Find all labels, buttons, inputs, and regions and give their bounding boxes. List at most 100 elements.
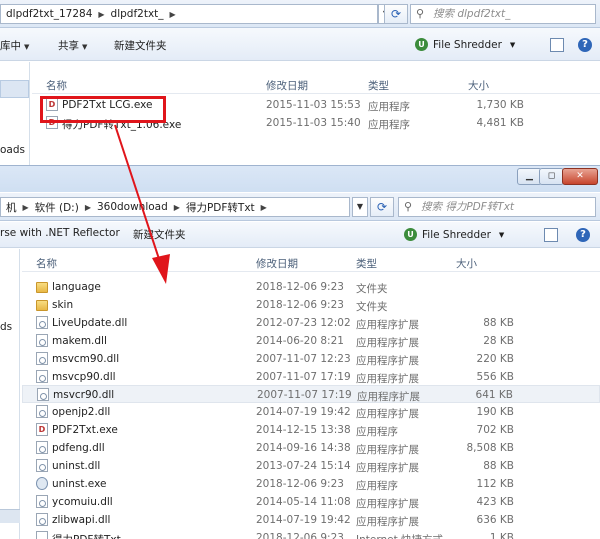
help-icon[interactable]: ? xyxy=(578,38,592,52)
breadcrumb-item[interactable]: 机 xyxy=(3,200,20,215)
new-folder-button[interactable]: 新建文件夹 xyxy=(114,38,167,53)
file-shredder-menu[interactable]: U File Shredder ▼ xyxy=(415,38,515,51)
file-size: 190 KB xyxy=(476,406,514,419)
search-input[interactable]: ⚲ 搜索 dlpdf2txt_ xyxy=(410,4,596,24)
file-size: 88 KB xyxy=(483,460,514,472)
address-history-dropdown-icon[interactable]: ▼ xyxy=(352,197,368,217)
file-row[interactable]: D PDF2Txt.exe 2014-12-15 13:38 应用程序 702 KB xyxy=(22,421,600,439)
search-icon: ⚲ xyxy=(404,200,413,213)
chevron-down-icon: ▼ xyxy=(24,43,30,51)
file-size: 1 KB xyxy=(489,531,514,539)
file-row[interactable]: uninst.dll 2013-07-24 15:14 应用程序扩展 88 KB xyxy=(22,457,600,475)
include-in-library-label: 库中 xyxy=(0,40,21,52)
file-shredder-icon: U xyxy=(404,228,417,241)
nav-item-label[interactable]: oads xyxy=(0,144,25,156)
file-date: 2014-09-16 14:38 xyxy=(256,442,351,455)
breadcrumb-item[interactable]: 得力PDF转Txt xyxy=(183,200,258,215)
maximize-icon[interactable]: ◻ xyxy=(539,168,564,185)
nav-item-label[interactable]: ds xyxy=(0,321,12,333)
breadcrumb-separator-icon[interactable]: ▶ xyxy=(167,10,179,19)
file-row[interactable]: skin 2018-12-06 9:23 文件夹 xyxy=(22,296,600,314)
view-pane-icon[interactable] xyxy=(550,38,564,52)
column-header-row: 名称 修改日期 类型 大小 xyxy=(22,252,600,272)
breadcrumb-item[interactable]: 软件 (D:) xyxy=(32,200,82,215)
breadcrumb[interactable]: 机 ▶ 软件 (D:) ▶ 360download ▶ 得力PDF转Txt ▶ xyxy=(0,197,350,217)
file-size: 4,481 KB xyxy=(476,117,525,129)
breadcrumb-separator-icon[interactable]: ▶ xyxy=(20,203,32,212)
uninstaller-icon xyxy=(36,476,48,490)
column-header-type[interactable]: 类型 xyxy=(356,256,377,271)
file-shredder-label: File Shredder xyxy=(433,38,502,51)
file-row[interactable]: ycomuiu.dll 2014-05-14 11:08 应用程序扩展 423 KB xyxy=(22,493,600,511)
search-icon: ⚲ xyxy=(416,7,425,20)
help-icon[interactable]: ? xyxy=(576,228,590,242)
breadcrumb-separator-icon[interactable]: ▶ xyxy=(82,203,94,212)
breadcrumb[interactable]: dlpdf2txt_17284 ▶ dlpdf2txt_ ▶ xyxy=(0,4,378,24)
file-type: 应用程序 xyxy=(356,426,398,439)
navigation-pane: ds xyxy=(0,249,20,539)
include-in-library-menu[interactable]: 库中 ▼ xyxy=(0,38,29,53)
file-type: Internet 快捷方式 xyxy=(356,532,443,539)
breadcrumb-separator-icon[interactable]: ▶ xyxy=(258,203,270,212)
search-placeholder: 搜索 dlpdf2txt_ xyxy=(433,8,511,20)
column-header-date[interactable]: 修改日期 xyxy=(256,256,298,271)
file-type: 应用程序扩展 xyxy=(357,391,420,404)
command-bar: 库中 ▼ 共享 ▼ 新建文件夹 U File Shredder ▼ ? xyxy=(0,28,600,61)
file-row[interactable]: makem.dll 2014-06-20 8:21 应用程序扩展 28 KB xyxy=(22,332,600,350)
share-menu[interactable]: 共享 ▼ xyxy=(58,38,87,53)
file-date: 2018-12-06 9:23 xyxy=(256,531,344,539)
chevron-down-icon: ▼ xyxy=(498,230,505,239)
file-date: 2007-11-07 17:19 xyxy=(257,389,352,402)
file-type: 应用程序扩展 xyxy=(356,444,419,457)
file-row[interactable]: openjp2.dll 2014-07-19 19:42 应用程序扩展 190 KB xyxy=(22,403,600,421)
breadcrumb-separator-icon[interactable]: ▶ xyxy=(95,10,107,19)
file-shredder-icon: U xyxy=(415,38,428,51)
file-row[interactable]: language 2018-12-06 9:23 文件夹 xyxy=(22,278,600,296)
file-row[interactable]: uninst.exe 2018-12-06 9:23 应用程序 112 KB xyxy=(22,475,600,493)
file-size: 556 KB xyxy=(476,370,514,383)
column-header-row: 名称 修改日期 类型 大小 xyxy=(32,74,600,94)
dll-icon xyxy=(36,494,48,508)
breadcrumb-item[interactable]: dlpdf2txt_ xyxy=(108,8,167,20)
file-row[interactable]: pdfeng.dll 2014-09-16 14:38 应用程序扩展 8,508 KB xyxy=(22,439,600,457)
chevron-down-icon: ▼ xyxy=(82,43,88,51)
column-header-type[interactable]: 类型 xyxy=(368,78,389,93)
file-row[interactable]: msvcr90.dll 2007-11-07 17:19 应用程序扩展 641 KB xyxy=(22,385,600,404)
file-row[interactable]: zlibwapi.dll 2014-07-19 19:42 应用程序扩展 636 KB xyxy=(22,511,600,529)
view-pane-icon[interactable] xyxy=(544,228,558,242)
column-header-date[interactable]: 修改日期 xyxy=(266,78,308,93)
refresh-icon[interactable]: ⟳ xyxy=(370,197,394,217)
refresh-icon[interactable]: ⟳ xyxy=(384,4,408,24)
address-bar-area: 机 ▶ 软件 (D:) ▶ 360download ▶ 得力PDF转Txt ▶ … xyxy=(0,193,600,221)
file-type: 应用程序扩展 xyxy=(356,318,419,331)
file-type: 文件夹 xyxy=(356,283,388,295)
column-header-size[interactable]: 大小 xyxy=(468,78,489,93)
file-date: 2018-12-06 9:23 xyxy=(256,281,344,293)
breadcrumb-separator-icon[interactable]: ▶ xyxy=(171,203,183,212)
nav-scrollbar[interactable] xyxy=(0,509,20,523)
file-row[interactable]: LiveUpdate.dll 2012-07-23 12:02 应用程序扩展 88 K… xyxy=(22,314,600,332)
dll-icon xyxy=(36,512,48,526)
file-row[interactable]: msvcp90.dll 2007-11-07 17:19 应用程序扩展 556 KB xyxy=(22,368,600,386)
navigation-pane: oads xyxy=(0,62,30,168)
new-folder-button[interactable]: 新建文件夹 xyxy=(133,227,186,242)
dll-icon xyxy=(36,441,48,455)
dll-icon xyxy=(36,369,48,383)
close-icon[interactable]: ✕ xyxy=(562,168,598,185)
breadcrumb-item[interactable]: dlpdf2txt_17284 xyxy=(3,8,95,20)
file-size: 8,508 KB xyxy=(466,442,515,455)
nav-item-selected[interactable] xyxy=(0,80,29,98)
reflector-menu-item[interactable]: rse with .NET Reflector xyxy=(0,227,120,239)
column-header-name[interactable]: 名称 xyxy=(46,78,67,93)
file-date: 2014-06-20 8:21 xyxy=(256,334,344,347)
column-header-name[interactable]: 名称 xyxy=(36,256,57,271)
search-input[interactable]: ⚲ 搜索 得力PDF转Txt xyxy=(398,197,596,217)
breadcrumb-item[interactable]: 360download xyxy=(94,201,171,213)
file-row[interactable]: msvcm90.dll 2007-11-07 12:23 应用程序扩展 220 KB xyxy=(22,350,600,368)
column-header-size[interactable]: 大小 xyxy=(456,256,477,271)
file-row[interactable]: 得力PDF转Txt 2018-12-06 9:23 Internet 快捷方式 1 K… xyxy=(22,529,600,539)
file-date: 2014-07-19 19:42 xyxy=(256,406,351,419)
file-shredder-menu[interactable]: U File Shredder ▼ xyxy=(404,228,504,241)
file-name: msvcp90.dll xyxy=(52,370,116,383)
file-name: uninst.dll xyxy=(52,460,101,472)
